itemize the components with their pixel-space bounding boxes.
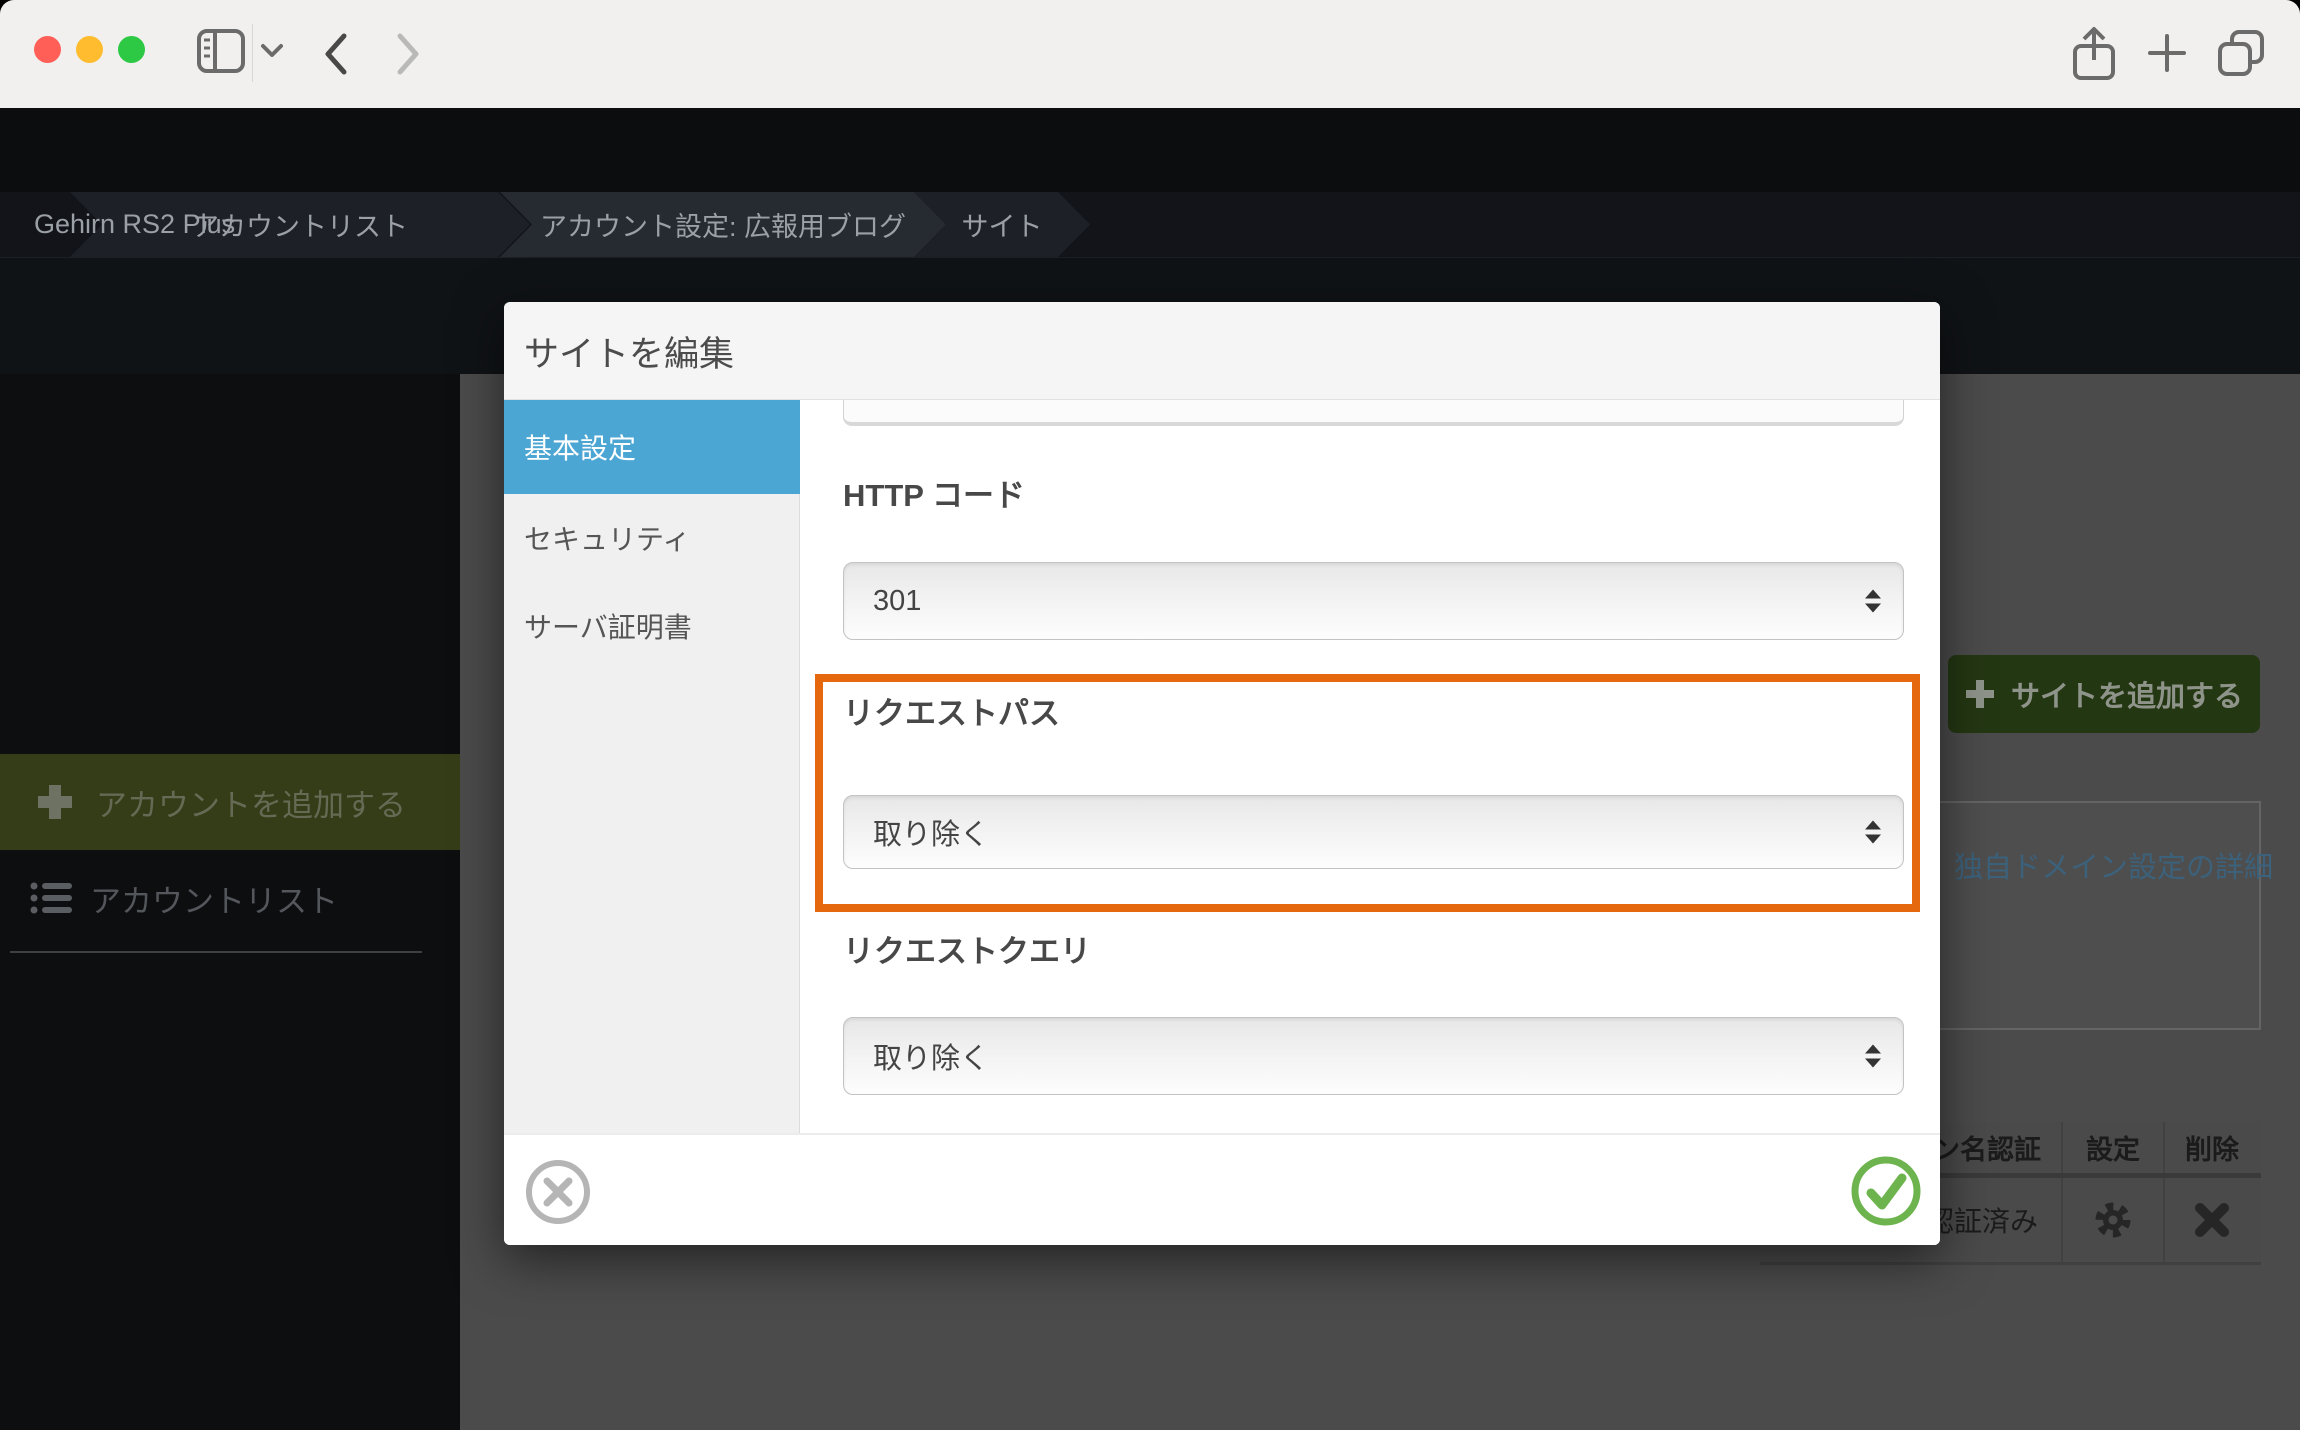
sidebar-toggle-icon[interactable] — [196, 26, 246, 76]
request-query-value: 取り除く — [873, 1035, 989, 1077]
request-query-select[interactable]: 取り除く — [843, 1017, 1904, 1095]
add-site-label: サイトを追加する — [2011, 673, 2243, 715]
sidebar-add-account-label: アカウントを追加する — [96, 780, 406, 825]
browser-toolbar — [0, 0, 2300, 108]
back-icon[interactable] — [318, 28, 354, 80]
sidebar-account-list-item[interactable]: アカウントリスト — [0, 858, 460, 938]
select-arrows-icon — [1865, 1045, 1881, 1068]
row-settings-cell — [2063, 1178, 2165, 1262]
select-arrows-icon — [1865, 821, 1881, 844]
delete-x-icon[interactable] — [2194, 1202, 2230, 1238]
sidebar: アカウントを追加する アカウントリスト — [0, 374, 460, 1430]
column-header-delete: 削除 — [2165, 1122, 2259, 1173]
modal-footer — [504, 1133, 1940, 1245]
plus-icon — [1965, 679, 1995, 709]
http-code-label: HTTP コード — [843, 470, 1025, 515]
http-code-select[interactable]: 301 — [843, 562, 1904, 640]
sidebar-divider — [10, 951, 422, 953]
app-header: GEHIRN WEB SERVICES ゲヒルン広報用プロジェクト Gehirn… — [0, 108, 2300, 192]
edit-site-modal: サイトを編集 基本設定 セキュリティ サーバ証明書 HTTP コード 301 リ… — [504, 302, 1940, 1245]
add-site-button[interactable]: サイトを追加する — [1948, 655, 2260, 733]
gear-icon[interactable] — [2093, 1200, 2133, 1240]
sidebar-account-list-label: アカウントリスト — [90, 876, 338, 921]
request-path-label: リクエストパス — [843, 688, 1060, 733]
screen: GEHIRN WEB SERVICES ゲヒルン広報用プロジェクト Gehirn… — [0, 0, 2300, 1430]
list-icon — [30, 880, 74, 916]
confirm-button[interactable] — [1850, 1155, 1922, 1227]
window-minimize-button[interactable] — [76, 36, 103, 63]
breadcrumb: アカウント設定: 広報用ブログ アカウントリスト サイト Gehirn RS2 … — [0, 192, 2300, 257]
custom-domain-detail-link[interactable]: 独自ドメイン設定の詳細 — [1954, 844, 2273, 886]
tab-overview-icon[interactable] — [2214, 26, 2268, 80]
request-path-value: 取り除く — [873, 811, 989, 853]
request-query-label: リクエストクエリ — [843, 926, 1091, 971]
new-tab-icon[interactable] — [2144, 30, 2190, 76]
tab-basic-settings[interactable]: 基本設定 — [504, 400, 800, 494]
breadcrumb-item-root[interactable]: Gehirn RS2 Plus — [0, 192, 280, 257]
cancel-button[interactable] — [525, 1159, 591, 1225]
modal-title: サイトを編集 — [524, 302, 734, 400]
chevron-down-icon[interactable] — [258, 40, 286, 62]
tab-security[interactable]: セキュリティ — [504, 494, 800, 582]
forward-icon[interactable] — [390, 28, 426, 80]
breadcrumb-item-account-settings[interactable]: アカウント設定: 広報用ブログ — [500, 192, 946, 257]
share-icon[interactable] — [2068, 24, 2120, 84]
modal-titlebar: サイトを編集 — [504, 302, 1940, 400]
column-header-settings: 設定 — [2063, 1122, 2165, 1173]
window-close-button[interactable] — [34, 36, 61, 63]
window-zoom-button[interactable] — [118, 36, 145, 63]
request-path-select[interactable]: 取り除く — [843, 795, 1904, 869]
plus-icon — [36, 783, 74, 821]
select-arrows-icon — [1865, 590, 1881, 613]
row-delete-cell — [2165, 1178, 2259, 1262]
toolbar-divider — [252, 24, 253, 82]
sidebar-add-account-button[interactable]: アカウントを追加する — [0, 754, 460, 850]
http-code-value: 301 — [873, 585, 921, 618]
tab-server-certificate[interactable]: サーバ証明書 — [504, 582, 800, 670]
scrolled-select-fragment[interactable] — [843, 400, 1904, 426]
